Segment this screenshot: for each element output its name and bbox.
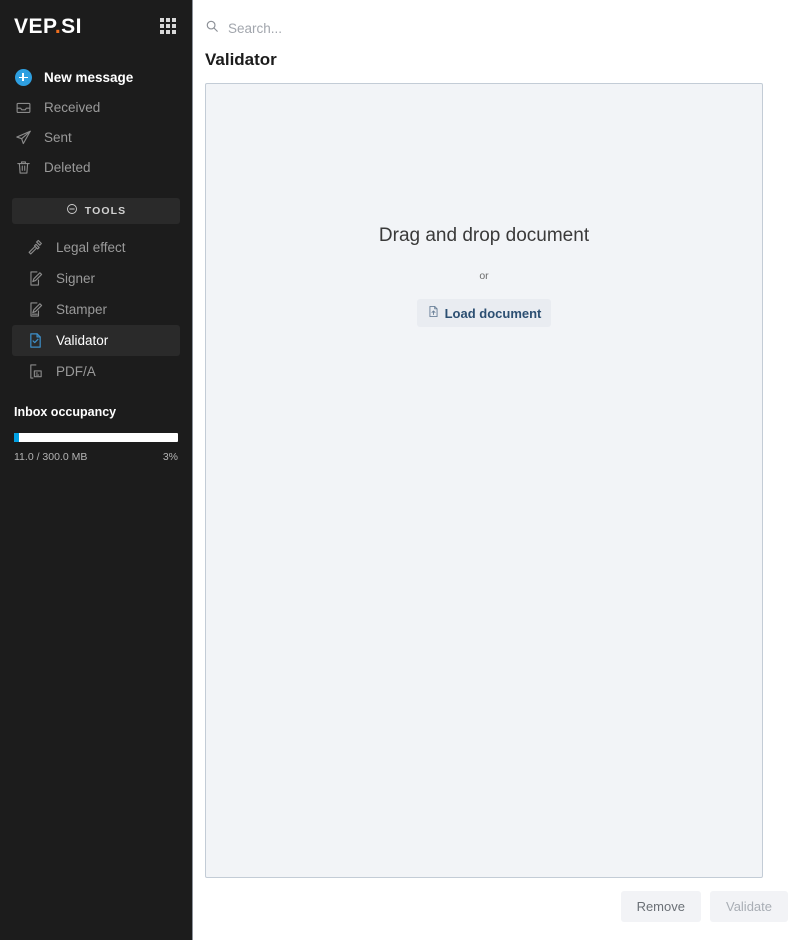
sidebar: VEP.SI New message Received Sent Deleted… (0, 0, 193, 940)
sidebar-item-label: Received (44, 99, 101, 115)
document-upload-icon (427, 305, 440, 321)
document-dropzone[interactable]: Drag and drop document or Load document (205, 83, 763, 878)
sidebar-item-label: Stamper (56, 302, 108, 317)
document-pen-icon (26, 270, 44, 288)
inbox-occupancy-bar (14, 433, 178, 442)
sidebar-item-label: Validator (56, 333, 109, 348)
inbox-occupancy: Inbox occupancy 11.0 / 300.0 MB 3% (14, 405, 178, 463)
grid-cell (172, 30, 176, 34)
grid-cell (166, 30, 170, 34)
inbox-occupancy-title: Inbox occupancy (14, 405, 117, 419)
sidebar-item-label: Signer (56, 271, 96, 286)
new-message-label: New message (44, 69, 134, 85)
search-icon (205, 19, 219, 38)
grid-cell (172, 24, 176, 28)
grid-cell (172, 18, 176, 22)
new-message-button[interactable]: New message (0, 62, 192, 92)
minus-circle-icon (66, 202, 78, 220)
sidebar-item-label: Sent (44, 129, 72, 145)
document-pdfa-icon (26, 363, 44, 381)
grid-cell (166, 18, 170, 22)
app-root: VEP.SI New message Received Sent Deleted… (0, 0, 800, 940)
brand-row: VEP.SI (0, 0, 192, 40)
logo-suffix: SI (61, 14, 83, 38)
app-logo: VEP.SI (14, 16, 82, 37)
inbox-tray-icon (14, 98, 32, 116)
load-document-button[interactable]: Load document (416, 299, 552, 327)
main-content: Validator Drag and drop document or Load… (193, 0, 800, 940)
sidebar-item-stamper[interactable]: Stamper (12, 294, 180, 325)
load-document-label: Load document (444, 305, 542, 321)
sidebar-item-label: Legal effect (56, 240, 126, 255)
sidebar-nav: New message Received Sent Deleted (0, 62, 192, 182)
grid-apps-icon[interactable] (158, 16, 178, 36)
tools-label: TOOLS (84, 205, 127, 217)
footer-actions: Remove Validate (620, 891, 788, 922)
dropzone-or-label: or (479, 270, 489, 282)
sidebar-item-received[interactable]: Received (0, 92, 192, 122)
grid-cell (160, 24, 164, 28)
paper-plane-icon (14, 128, 32, 146)
inbox-occupancy-fill (14, 433, 19, 442)
trash-can-icon (14, 158, 32, 176)
dropzone-title: Drag and drop document (378, 225, 590, 246)
document-stamp-icon (26, 301, 44, 319)
sidebar-item-label: Deleted (44, 159, 91, 175)
inbox-occupancy-meta: 11.0 / 300.0 MB 3% (14, 451, 178, 463)
tools-section-header[interactable]: TOOLS (12, 198, 180, 224)
inbox-occupancy-percent: 3% (162, 451, 178, 463)
sidebar-item-validator[interactable]: Validator (12, 325, 180, 356)
logo-prefix: VEP (14, 14, 55, 38)
sidebar-item-pdfa[interactable]: PDF/A (12, 356, 180, 387)
grid-cell (160, 18, 164, 22)
document-check-icon (26, 332, 44, 350)
inbox-occupancy-used: 11.0 / 300.0 MB (14, 451, 88, 463)
sidebar-item-signer[interactable]: Signer (12, 263, 180, 294)
search-bar (193, 0, 800, 42)
sidebar-item-label: PDF/A (56, 364, 96, 379)
gavel-icon (26, 239, 44, 257)
grid-cell (166, 24, 170, 28)
sidebar-item-deleted[interactable]: Deleted (0, 152, 192, 182)
plus-circle-icon (14, 68, 32, 86)
sidebar-item-sent[interactable]: Sent (0, 122, 192, 152)
page-title: Validator (205, 50, 277, 69)
sidebar-item-legal-effect[interactable]: Legal effect (12, 232, 180, 263)
validate-button[interactable]: Validate (709, 891, 788, 922)
remove-button[interactable]: Remove (620, 891, 701, 922)
search-input[interactable] (228, 20, 528, 36)
grid-cell (160, 30, 164, 34)
